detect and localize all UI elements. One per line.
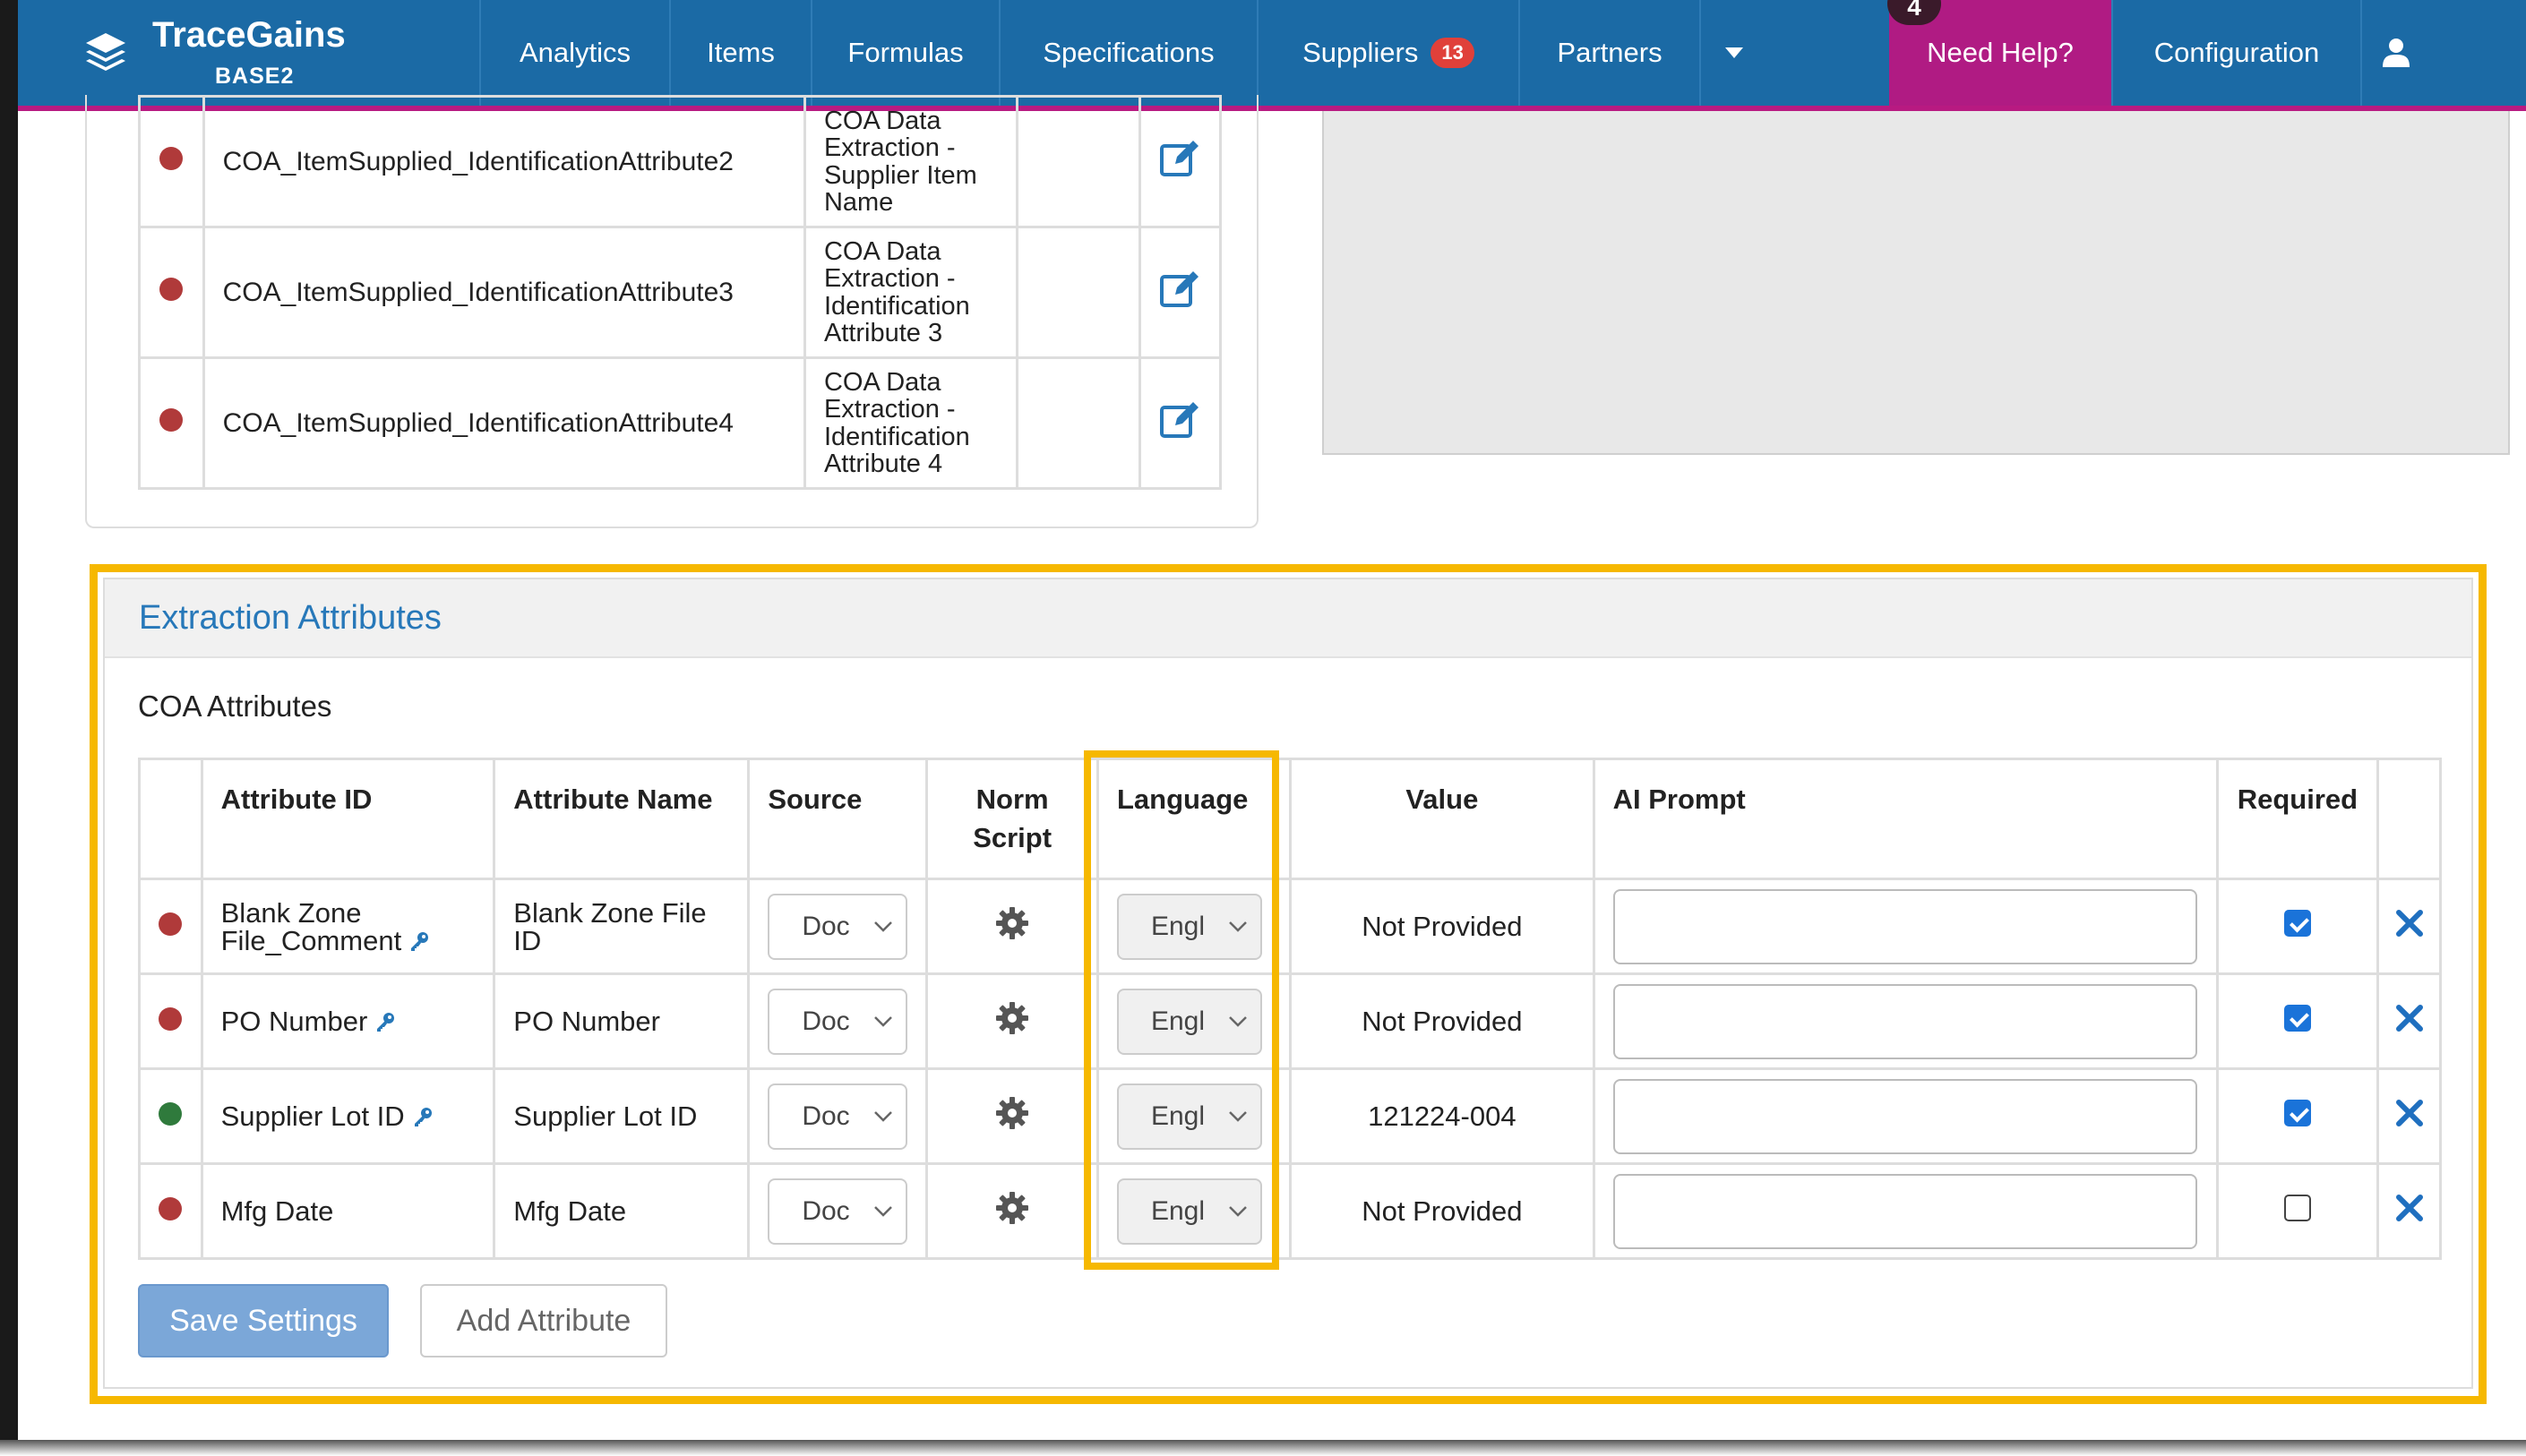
- add-attribute-button[interactable]: Add Attribute: [420, 1284, 667, 1358]
- need-help-button[interactable]: 4 Need Help?: [1887, 0, 2111, 106]
- attribute-id-cell: COA_ItemSupplied_IdentificationAttribute…: [202, 226, 806, 359]
- nav-analytics[interactable]: Analytics: [479, 0, 669, 106]
- save-settings-button[interactable]: Save Settings: [138, 1284, 389, 1358]
- status-indicator: [159, 277, 184, 301]
- edit-cell[interactable]: [1138, 95, 1222, 228]
- text-line: Identification: [823, 422, 970, 451]
- user-icon: [2383, 39, 2410, 67]
- nav-partners[interactable]: Partners: [1518, 0, 1699, 106]
- edit-icon: [1159, 269, 1200, 307]
- edit-icon: [1159, 399, 1200, 438]
- text-line: Identification: [823, 291, 970, 321]
- nav-label: Specifications: [1043, 37, 1215, 68]
- preview-panel: [1322, 111, 2510, 455]
- empty-cell: [1016, 95, 1142, 228]
- nav-configuration[interactable]: Configuration: [2111, 0, 2360, 106]
- nav-items[interactable]: Items: [669, 0, 811, 106]
- nav-label: Partners: [1557, 37, 1663, 68]
- attribute-name-cell: COA Data Extraction - Identification Attrib…: [803, 356, 1019, 490]
- text-line: Supplier Item: [823, 160, 977, 190]
- nav-label: Items: [707, 37, 775, 68]
- text-line: COA Data: [823, 367, 941, 397]
- status-indicator: [159, 146, 184, 170]
- brand-text: TraceGains BASE2: [152, 17, 346, 90]
- edit-cell[interactable]: [1138, 226, 1222, 359]
- empty-cell: [1016, 226, 1142, 359]
- table-row: COA_ItemSupplied_IdentificationAttribute…: [138, 226, 1222, 359]
- section-highlight: [90, 564, 2487, 1404]
- table-row: COA_ItemSupplied_IdentificationAttribute…: [138, 95, 1222, 228]
- stacked-layers-icon: [86, 33, 125, 71]
- nav-label: Suppliers: [1302, 37, 1419, 68]
- status-cell: [138, 356, 205, 490]
- app-window: TraceGains BASE2 Analytics Items Formula…: [0, 0, 2526, 1443]
- brand[interactable]: TraceGains BASE2: [18, 0, 479, 106]
- nav-specifications[interactable]: Specifications: [999, 0, 1257, 106]
- need-help-label: Need Help?: [1927, 37, 2074, 68]
- text-line: Extraction -: [823, 264, 956, 294]
- caret-down-icon: [1725, 47, 1743, 58]
- attribute-id-cell: COA_ItemSupplied_IdentificationAttribute…: [202, 95, 806, 228]
- table-row: COA_ItemSupplied_IdentificationAttribute…: [138, 356, 1222, 490]
- text-line: COA Data: [823, 236, 941, 266]
- text-line: Name: [823, 187, 894, 217]
- status-cell: [138, 95, 205, 228]
- suppliers-count-badge: 13: [1431, 38, 1474, 68]
- window-shadow: [0, 1440, 2526, 1456]
- status-indicator: [159, 407, 184, 432]
- nav-suppliers[interactable]: Suppliers 13: [1257, 0, 1518, 106]
- text-line: Attribute 4: [823, 449, 943, 478]
- help-count-badge: 4: [1887, 0, 1941, 25]
- attribute-id-cell: COA_ItemSupplied_IdentificationAttribute…: [202, 356, 806, 490]
- nav-formulas[interactable]: Formulas: [811, 0, 999, 106]
- edit-cell[interactable]: [1138, 356, 1222, 490]
- empty-cell: [1016, 356, 1142, 490]
- nav-more-dropdown[interactable]: [1699, 0, 1767, 106]
- text-line: Extraction -: [823, 395, 956, 424]
- user-menu[interactable]: [2360, 0, 2430, 106]
- nav-label: Analytics: [519, 37, 632, 68]
- text-line: Extraction -: [823, 133, 956, 163]
- edit-icon: [1159, 138, 1200, 176]
- nav-label: Formulas: [847, 37, 964, 68]
- status-cell: [138, 226, 205, 359]
- attribute-name-cell: COA Data Extraction - Identification Attrib…: [803, 226, 1019, 359]
- nav-label: Configuration: [2153, 37, 2320, 68]
- attribute-name-cell: COA Data Extraction - Supplier Item Name: [803, 95, 1019, 228]
- brand-title: TraceGains: [152, 14, 346, 55]
- identification-attributes-table: COA_ItemSupplied_IdentificationAttribute…: [138, 95, 1222, 490]
- text-line: COA Data: [823, 106, 941, 135]
- text-line: Attribute 3: [823, 318, 943, 347]
- brand-subtitle: BASE2: [215, 63, 295, 89]
